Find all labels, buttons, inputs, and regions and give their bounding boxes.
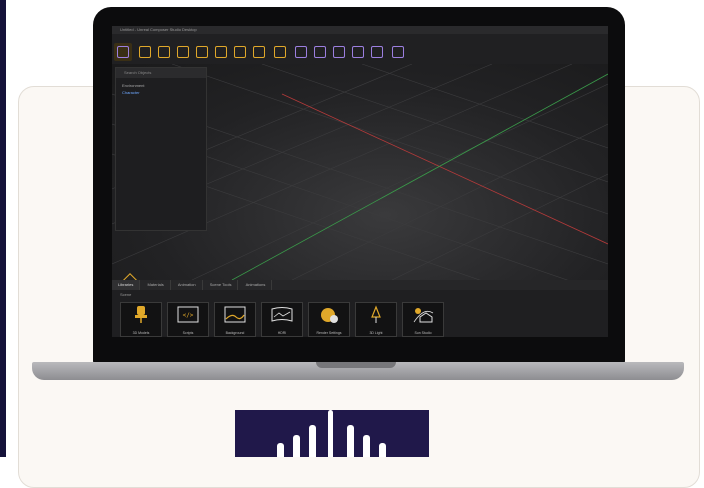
asset-sun-studio[interactable]: Sun Studio (402, 302, 444, 337)
laptop-screen: Untitled - Unreal Composer Studio Deskto… (112, 26, 608, 337)
asset-library: Scene 3D Models </> Scripts Background H… (112, 290, 608, 337)
3d-viewport[interactable]: Search Objects Environment Character (112, 64, 608, 331)
app-title: Untitled - Unreal Composer Studio Deskto… (112, 26, 608, 34)
export-tool-button[interactable] (371, 46, 383, 58)
logo-bar (277, 443, 284, 457)
asset-hdri[interactable]: HDRI (261, 302, 303, 337)
shape-tool-button[interactable] (215, 46, 227, 58)
award-tool-button[interactable] (333, 46, 345, 58)
asset-category-label: Scene (120, 292, 132, 297)
page-edge (0, 0, 6, 457)
asset-render-settings[interactable]: Render Settings (308, 302, 350, 337)
scene-search-input[interactable]: Search Objects (116, 68, 206, 78)
select-scene-button[interactable] (117, 46, 129, 58)
logo-bar (293, 435, 300, 457)
logo-bar (379, 443, 386, 457)
tree-item-environment[interactable]: Environment (122, 82, 200, 89)
tab-animations[interactable]: Animations (240, 280, 273, 290)
asset-label: 3D Light (369, 331, 383, 335)
tab-animation[interactable]: Animation (172, 280, 203, 290)
main-toolbar (112, 34, 608, 64)
move-tool-button[interactable] (158, 46, 170, 58)
hdri-icon (271, 307, 293, 322)
tree-item-character[interactable]: Character (122, 89, 200, 96)
code-icon: </> (177, 306, 199, 323)
tab-scene-tools[interactable]: Scene Tools (204, 280, 239, 290)
laptop-notch (316, 362, 396, 368)
logo-bar (328, 410, 333, 457)
asset-3d-light[interactable]: 3D Light (355, 302, 397, 337)
asset-label: Background (225, 331, 245, 335)
render-settings-icon (321, 308, 338, 323)
chair-icon (135, 306, 147, 323)
frame-tool-button[interactable] (196, 46, 208, 58)
asset-3d-models[interactable]: 3D Models (120, 302, 162, 337)
light-tool-button[interactable] (253, 46, 265, 58)
asset-label: HDRI (277, 331, 287, 335)
edit-tool-button[interactable] (177, 46, 189, 58)
logo-bar (347, 425, 354, 457)
rig-tool-button[interactable] (314, 46, 326, 58)
asset-label: Sun Studio (414, 331, 432, 335)
svg-text:</>: </> (183, 312, 194, 319)
bottom-tabs: Libraries Materials Animation Scene Tool… (112, 280, 608, 290)
box-tool-button[interactable] (139, 46, 151, 58)
asset-scripts[interactable]: </> Scripts (167, 302, 209, 337)
asset-label: 3D Models (132, 331, 150, 335)
logo-bar (363, 435, 370, 457)
asset-background[interactable]: Background (214, 302, 256, 337)
camera-tool-button[interactable] (295, 46, 307, 58)
asset-label: Scripts (182, 331, 194, 335)
tab-materials[interactable]: Materials (141, 280, 171, 290)
sun-house-icon (413, 308, 434, 323)
brand-logo (235, 410, 429, 457)
vr-tool-button[interactable] (392, 46, 404, 58)
asset-label: Render Settings (316, 331, 342, 335)
landscape-icon (224, 306, 246, 323)
globe-tool-button[interactable] (274, 46, 286, 58)
material-tool-button[interactable] (234, 46, 246, 58)
tab-libraries[interactable]: Libraries (112, 280, 141, 290)
scene-panel: Search Objects Environment Character (115, 67, 207, 231)
logo-bar (309, 425, 316, 457)
light-icon (371, 305, 381, 323)
render-tool-button[interactable] (352, 46, 364, 58)
